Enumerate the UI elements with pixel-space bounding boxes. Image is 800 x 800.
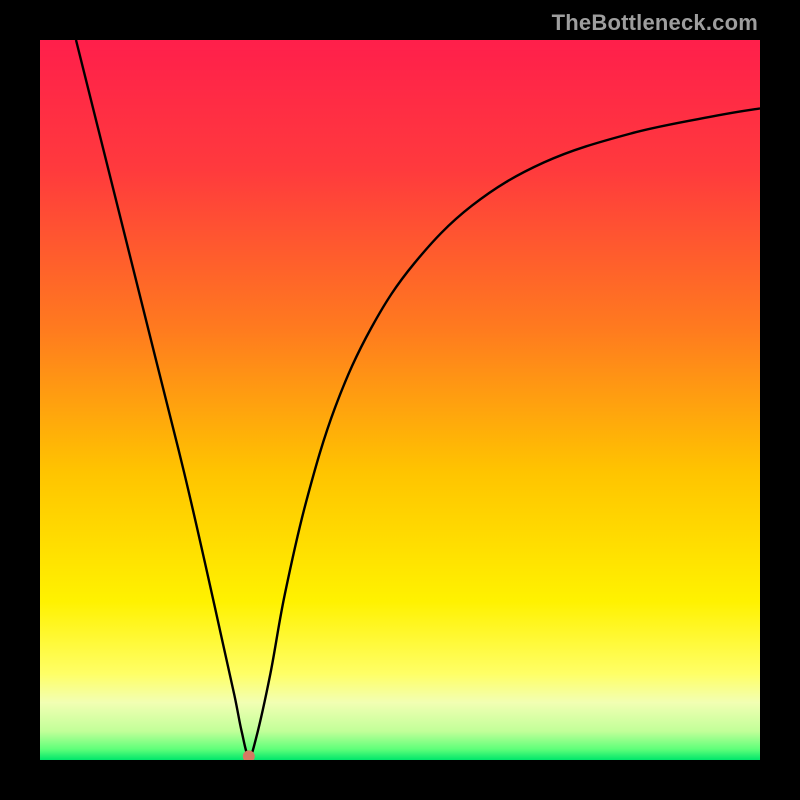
plot-area [40,40,760,760]
chart-frame: TheBottleneck.com [0,0,800,800]
curve-layer [40,40,760,760]
watermark-label: TheBottleneck.com [552,10,758,36]
bottleneck-curve [76,40,760,757]
